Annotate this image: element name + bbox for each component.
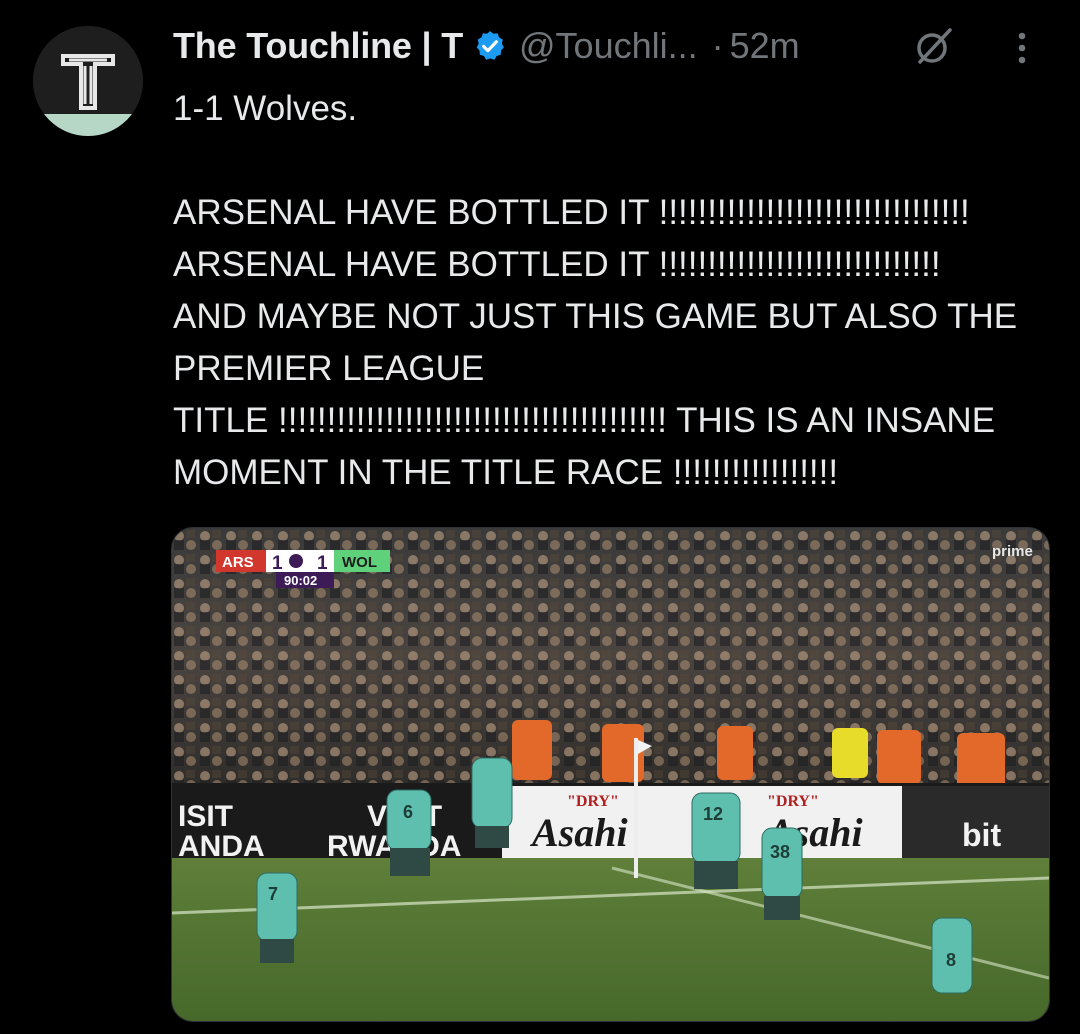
more-icon[interactable] [1004, 28, 1040, 68]
separator-dot: · [711, 25, 724, 66]
author-name[interactable]: The Touchline | T [173, 25, 463, 67]
shirt-number-4: 8 [946, 950, 956, 970]
shirt-number-2: 12 [703, 804, 723, 824]
board-left-line1: ISIT [178, 800, 233, 833]
board-brand-1: Asahi [529, 810, 628, 855]
board-brand-tag-2: "DRY" [767, 793, 819, 810]
scorebug-home: ARS [222, 554, 254, 571]
match-photo: ISIT ANDA VISIT RWANDA "DRY" Asahi "DRY"… [172, 528, 1049, 1021]
tweet-timestamp[interactable]: 52m [730, 25, 800, 67]
tweet-media-image[interactable]: ISIT ANDA VISIT RWANDA "DRY" Asahi "DRY"… [171, 527, 1050, 1022]
touchline-logo-icon [33, 26, 143, 136]
scorebug-clock: 90:02 [284, 573, 317, 588]
scorebug-away-score: 1 [317, 553, 328, 574]
scorebug-away: WOL [342, 554, 377, 571]
shirt-number-5: 7 [268, 884, 278, 904]
shirt-number-1: 6 [403, 802, 413, 822]
grok-icon[interactable] [912, 24, 956, 68]
author-handle[interactable]: @Touchli... [519, 25, 698, 67]
board-right: bit [962, 817, 1001, 853]
author-avatar[interactable] [33, 26, 143, 136]
tweet-text: 1-1 Wolves. ARSENAL HAVE BOTTLED IT !!!!… [173, 89, 1018, 492]
shirt-number-3: 38 [770, 842, 790, 862]
broadcaster-logo: prime [992, 543, 1033, 560]
tweet-header: The Touchline | T @Touchli... · 52m [173, 18, 800, 74]
board-brand-tag-1: "DRY" [567, 793, 619, 810]
verified-badge-icon [476, 31, 504, 60]
scorebug-home-score: 1 [272, 553, 283, 574]
